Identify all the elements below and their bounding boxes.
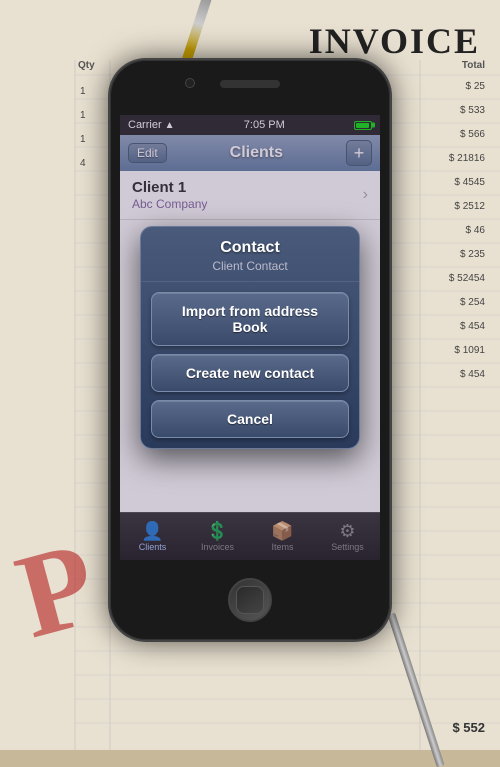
invoice-amounts: $ 25 $ 533 $ 566 $ 21816 $ 4545 $ 2512 $…: [449, 75, 485, 387]
phone-speaker: [220, 80, 280, 88]
cancel-button[interactable]: Cancel: [151, 400, 349, 438]
modal-overlay: Contact Client Contact Import from addre…: [120, 115, 380, 560]
dialog-header: Contact Client Contact: [141, 227, 359, 282]
total-label: Total: [462, 60, 485, 71]
dialog-subtitle: Client Contact: [157, 259, 343, 273]
qty-values: 1 1 1 4: [80, 75, 86, 171]
phone-screen: Carrier ▲ 7:05 PM Edit Clients + Client …: [120, 115, 380, 560]
dialog-buttons: Import from address Book Create new cont…: [141, 282, 359, 448]
qty-label: Qty: [78, 60, 95, 71]
home-button-inner: [236, 586, 264, 614]
invoice-title: INVOICE: [309, 20, 480, 62]
home-button[interactable]: [228, 578, 272, 622]
phone-camera: [185, 78, 195, 88]
create-new-contact-button[interactable]: Create new contact: [151, 354, 349, 392]
bottom-total: $ 552: [452, 720, 485, 735]
dialog-title: Contact: [157, 239, 343, 257]
import-address-book-button[interactable]: Import from address Book: [151, 292, 349, 346]
phone-frame: Carrier ▲ 7:05 PM Edit Clients + Client …: [110, 60, 390, 640]
contact-dialog: Contact Client Contact Import from addre…: [140, 226, 360, 449]
